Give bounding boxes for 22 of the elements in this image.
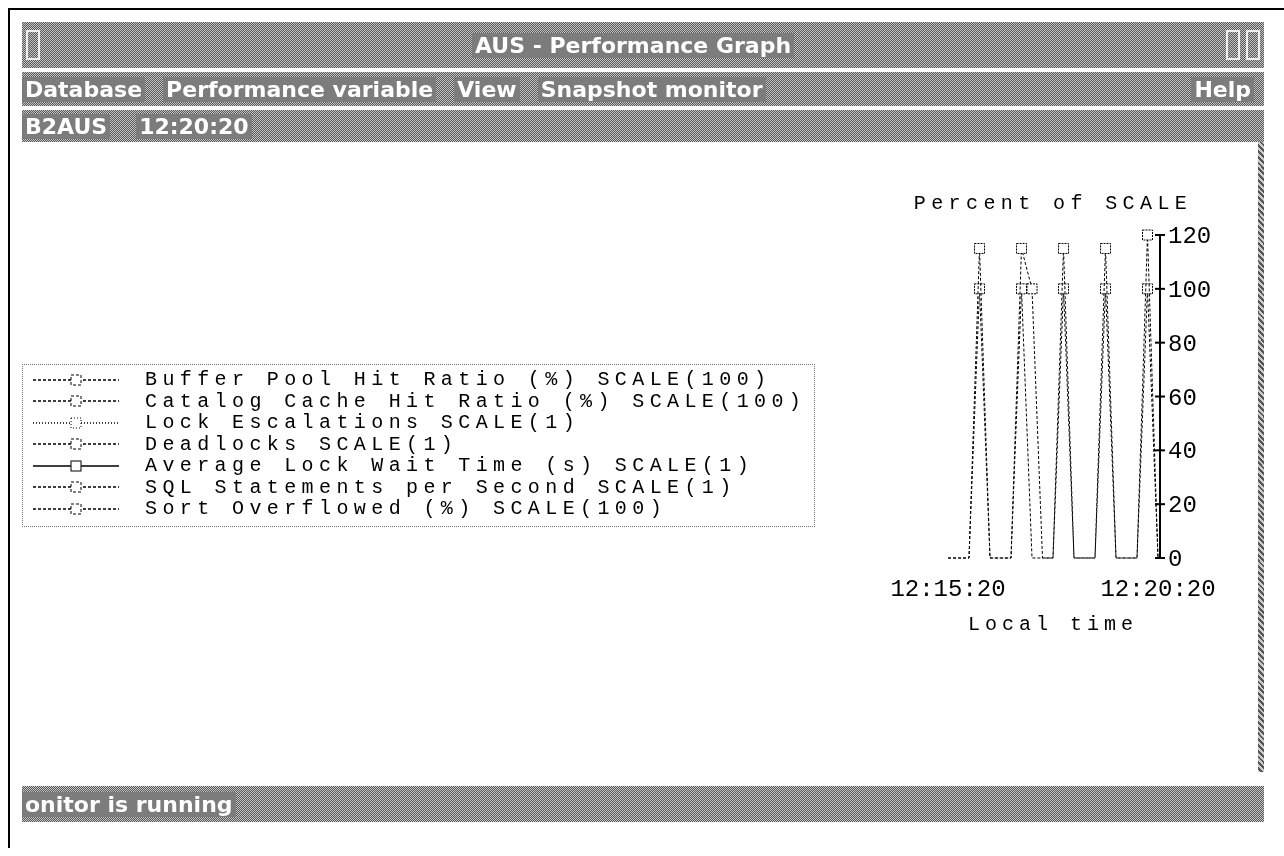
legend-label: Sort Overflowed (%) SCALE(100)	[145, 497, 668, 521]
y-tick-label: 20	[1168, 492, 1197, 520]
legend-label: Catalog Cache Hit Ratio (%) SCALE(100)	[145, 389, 807, 413]
chart-title: Percent of SCALE	[913, 192, 1193, 215]
y-tick-label: 0	[1168, 546, 1183, 573]
y-tick-label: 60	[1168, 384, 1197, 412]
legend-label: Average Lock Wait Time (s) SCALE(1)	[145, 454, 755, 478]
y-tick-label: 80	[1168, 330, 1197, 358]
x-tick-label: 12:20:20	[1100, 576, 1216, 603]
y-tick-label: 100	[1168, 276, 1212, 304]
y-tick-label: 40	[1168, 438, 1197, 466]
time-label: 12:20:20	[136, 113, 252, 139]
window-title: AUS - Performance Graph	[471, 32, 795, 58]
legend-label: SQL Statements per Second SCALE(1)	[145, 475, 737, 499]
status-text: onitor is running	[22, 791, 236, 817]
x-tick-label: 12:15:20	[890, 576, 1006, 603]
y-tick-label: 120	[1168, 223, 1212, 250]
legend-label: Lock Escalations SCALE(1)	[145, 411, 581, 435]
database-name: B2AUS	[22, 113, 111, 139]
x-axis-label: Local time	[968, 613, 1138, 635]
legend-label: Deadlocks SCALE(1)	[145, 432, 459, 456]
legend-label: Buffer Pool Hit Ratio (%) SCALE(100)	[145, 368, 772, 392]
